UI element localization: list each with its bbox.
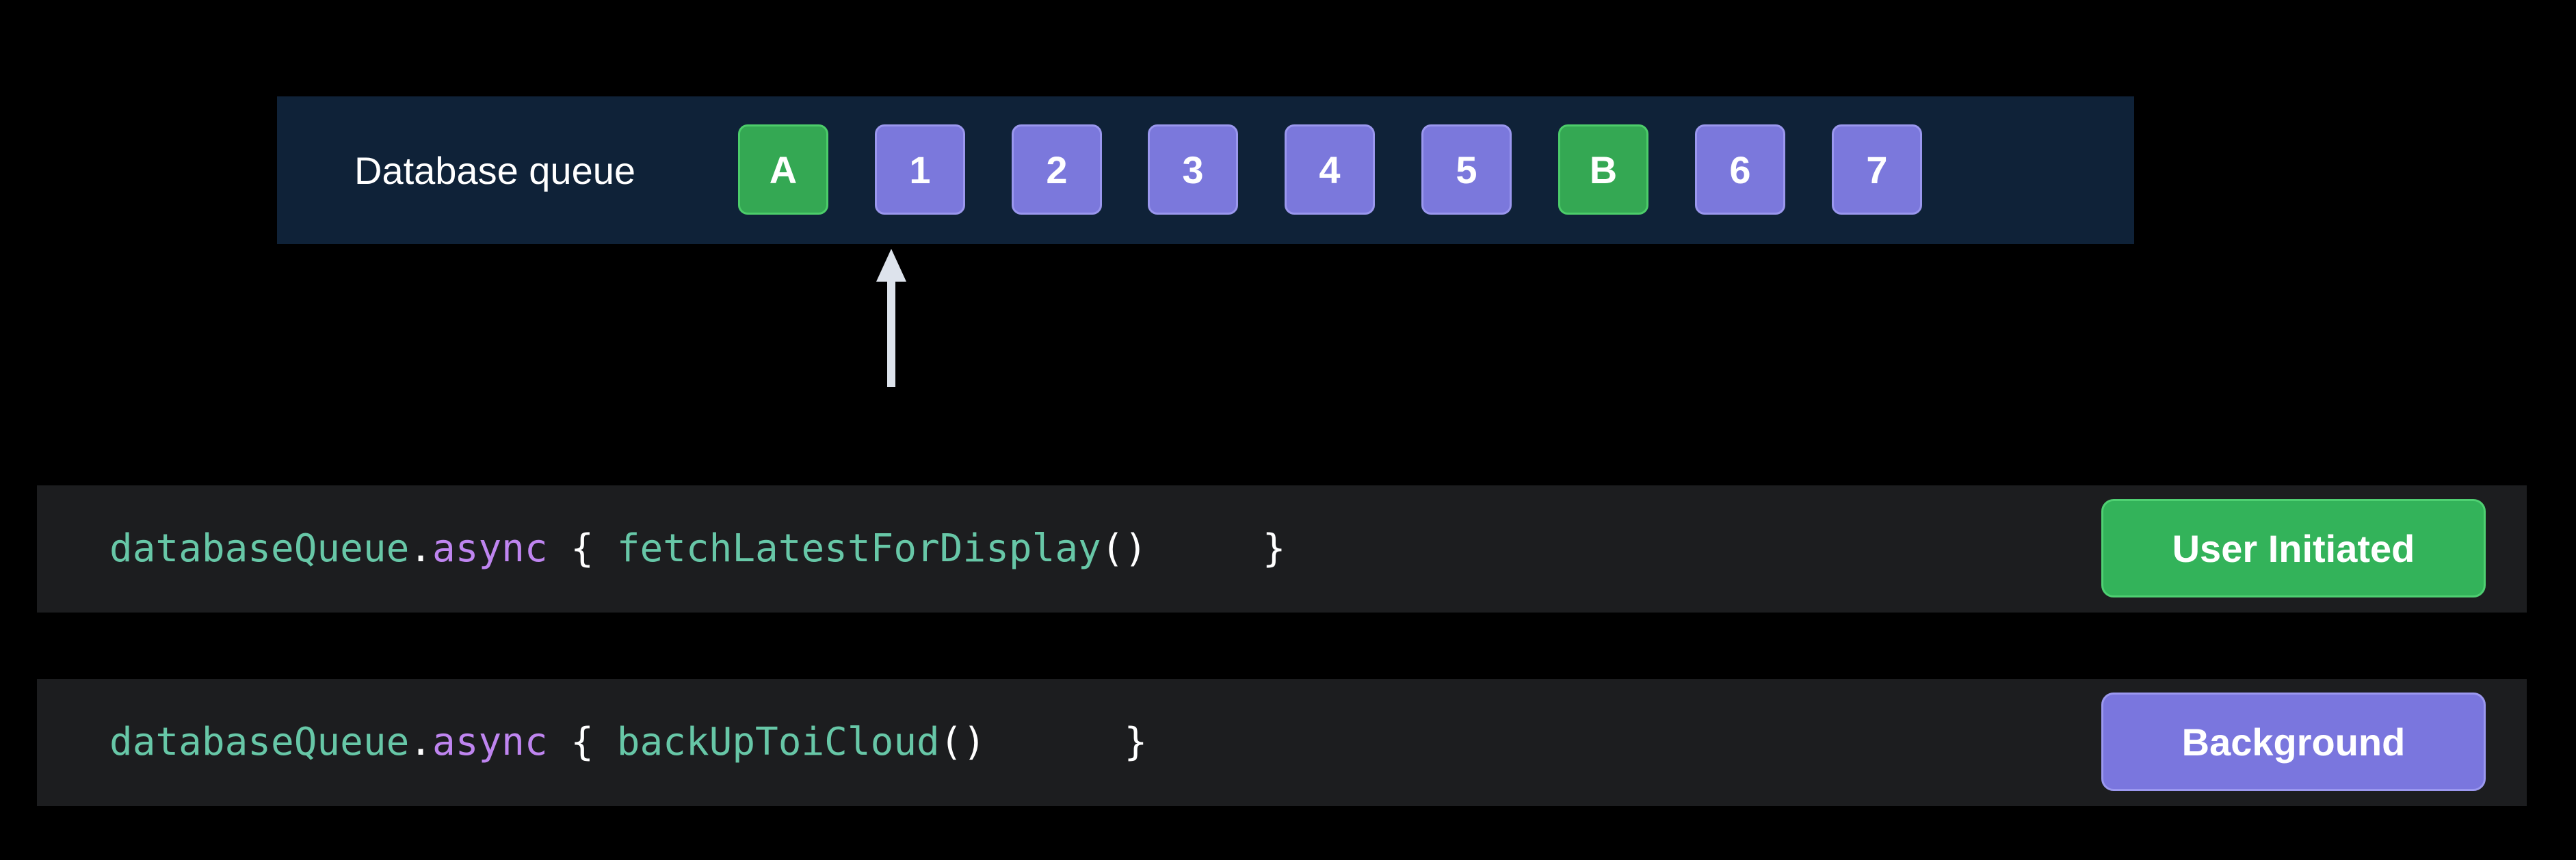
queue-item-b: B	[1558, 124, 1648, 215]
code-dot: .	[409, 720, 433, 764]
background-badge: Background	[2101, 693, 2486, 791]
code-call: fetchLatestForDisplay	[616, 526, 1101, 571]
code-open-brace: {	[547, 526, 617, 571]
queue-item-7: 7	[1832, 124, 1922, 215]
code-object: databaseQueue	[109, 526, 410, 571]
code-line: databaseQueue.async { fetchLatestForDisp…	[109, 485, 1286, 613]
code-call: backUpToiCloud	[616, 720, 940, 764]
queue-label: Database queue	[354, 149, 636, 192]
code-parens: ()	[939, 720, 986, 764]
code-row-backup: databaseQueue.async { backUpToiCloud() }…	[37, 679, 2527, 806]
queue-item-5: 5	[1421, 124, 1512, 215]
queue-item-2: 2	[1012, 124, 1102, 215]
code-object: databaseQueue	[109, 720, 410, 764]
queue-item-a: A	[738, 124, 828, 215]
code-method: async	[432, 526, 548, 571]
code-open-brace: {	[547, 720, 617, 764]
code-line: databaseQueue.async { backUpToiCloud() }	[109, 679, 1147, 806]
code-close-brace: }	[986, 720, 1148, 764]
user-initiated-badge: User Initiated	[2101, 499, 2486, 597]
queue-item-1: 1	[875, 124, 965, 215]
up-arrow-icon	[876, 249, 906, 387]
code-parens: ()	[1101, 526, 1148, 571]
code-close-brace: }	[1147, 526, 1286, 571]
code-row-fetch: databaseQueue.async { fetchLatestForDisp…	[37, 485, 2527, 613]
queue-item-4: 4	[1285, 124, 1375, 215]
code-dot: .	[409, 526, 433, 571]
code-method: async	[432, 720, 548, 764]
queue-item-3: 3	[1148, 124, 1238, 215]
queue-item-6: 6	[1695, 124, 1785, 215]
